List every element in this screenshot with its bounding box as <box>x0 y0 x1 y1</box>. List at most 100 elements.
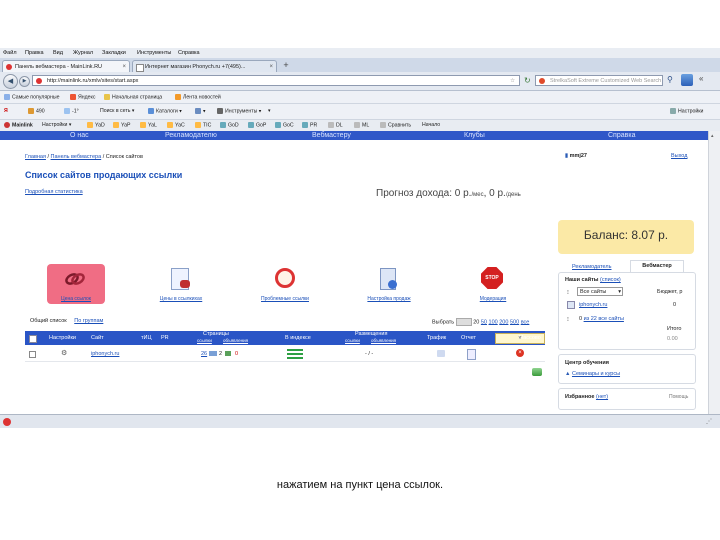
nav-about[interactable]: О нас <box>70 131 89 140</box>
menu-help[interactable]: Справка <box>178 50 200 56</box>
pager-50[interactable]: 50 <box>481 319 487 325</box>
menu-history[interactable]: Журнал <box>73 50 93 56</box>
sites-edit-link[interactable]: (список) <box>600 277 621 283</box>
home-icon[interactable] <box>681 74 693 86</box>
param-pr[interactable]: PR <box>302 122 317 128</box>
sites-select[interactable]: Все сайты ▾ <box>577 287 623 296</box>
weather-widget[interactable]: -1° <box>64 108 79 114</box>
new-tab-button[interactable]: + <box>280 60 292 71</box>
favorites-help[interactable]: Помощь <box>669 394 688 400</box>
link-price-item[interactable]: Цена ссылок <box>47 264 105 304</box>
star-icon[interactable]: ☆ <box>510 76 515 85</box>
moderation-item[interactable]: STOP Модерация <box>464 266 522 318</box>
param-yac[interactable]: YaC <box>167 122 185 128</box>
logout-link[interactable]: Выход <box>671 153 687 159</box>
tab-phonych[interactable]: Интернет магазин Phonych.ru +7(495)... × <box>132 60 277 72</box>
prices-item[interactable]: Цены в ссылкихах <box>152 266 210 318</box>
select-all-checkbox[interactable] <box>29 335 37 343</box>
pager-100[interactable]: 100 <box>489 319 498 325</box>
search-icon[interactable]: ⚲ <box>667 75 673 84</box>
param-goc[interactable]: GoC <box>275 122 294 128</box>
tab-advertiser[interactable]: Рекламодатель <box>572 264 612 270</box>
toolbar-catalog[interactable]: Каталоги ▾ <box>148 108 182 114</box>
traffic-icon[interactable] <box>437 350 445 357</box>
problem-links-item[interactable]: Проблемные ссылки <box>256 266 314 318</box>
col-site[interactable]: Сайт <box>91 335 104 341</box>
toolbar-arrow[interactable]: ▾ <box>268 108 271 114</box>
breadcrumb-home[interactable]: Главная <box>25 154 46 160</box>
nav-help[interactable]: Справка <box>608 131 635 140</box>
mail-counter[interactable]: 490 <box>28 108 45 114</box>
nav-clubs[interactable]: Клубы <box>464 131 485 140</box>
reload-icon[interactable]: ↻ <box>524 75 532 86</box>
user-name[interactable]: mmj27 <box>570 153 587 159</box>
bookmark-popular[interactable]: Самые популярные <box>4 94 60 100</box>
param-god[interactable]: GoD <box>220 122 239 128</box>
mainlink-settings[interactable]: Настройки ▾ <box>42 122 71 128</box>
toolbar-tools[interactable]: Инструменты ▾ <box>217 108 261 114</box>
param-yal[interactable]: YaL <box>140 122 157 128</box>
toolbar-grid[interactable]: ▾ <box>195 108 206 114</box>
col-pages-links[interactable]: ссылки <box>197 338 212 343</box>
site-link[interactable]: iphonych.ru <box>91 351 119 357</box>
addon-icon[interactable] <box>3 418 11 426</box>
address-bar[interactable]: http://mainlink.ru/xmlv/sites/start.aspx… <box>32 75 520 86</box>
menu-view[interactable]: Вид <box>53 50 63 56</box>
bookmark-news[interactable]: Лента новостей <box>175 94 221 100</box>
stats-link[interactable]: Подробная статистика <box>25 189 83 195</box>
mainlink-brand[interactable]: Mainlink <box>4 122 33 128</box>
start-button[interactable]: Начало <box>422 122 440 128</box>
sales-settings-item[interactable]: Настройка продаж <box>360 266 418 318</box>
menu-file[interactable]: Файл <box>3 50 17 56</box>
sidebar-site-link[interactable]: iphonych.ru <box>579 302 607 308</box>
report-icon[interactable] <box>467 349 476 360</box>
menu-bookmarks[interactable]: Закладки <box>102 50 126 56</box>
menu-tools[interactable]: Инструменты <box>137 50 171 56</box>
vertical-scrollbar[interactable]: ▴ <box>708 131 720 414</box>
wrench-icon[interactable]: ⚙ <box>61 349 67 357</box>
filter-all[interactable]: Общий список <box>30 318 67 324</box>
col-placed-links[interactable]: ссылки <box>345 338 360 343</box>
menu-edit[interactable]: Правка <box>25 50 44 56</box>
param-dl[interactable]: DL <box>328 122 343 128</box>
close-icon[interactable]: × <box>122 61 126 72</box>
scroll-up-icon[interactable]: ▴ <box>711 133 718 139</box>
delete-icon[interactable]: × <box>516 349 524 357</box>
yandex-logo[interactable]: Я <box>4 108 8 114</box>
pager-200[interactable]: 200 <box>499 319 508 325</box>
nav-advertiser[interactable]: Рекламодателю <box>165 131 217 140</box>
select-arrows[interactable] <box>455 318 472 326</box>
pages-count[interactable]: 26 <box>201 351 207 357</box>
fav-edit-link[interactable]: (нет) <box>596 394 608 400</box>
col-pages-ads[interactable]: объявления <box>223 338 248 343</box>
all-sites-link[interactable]: из 22 все сайты <box>584 316 624 322</box>
compare-button[interactable]: Сравнить <box>380 122 411 128</box>
col-pr[interactable]: PR <box>161 335 169 341</box>
seminars-link[interactable]: Семинары и курсы <box>572 371 620 377</box>
bookmark-yandex[interactable]: Яндекс <box>70 94 95 100</box>
back-button[interactable]: ◀ <box>3 74 18 89</box>
breadcrumb-panel[interactable]: Панель вебмастера <box>51 154 102 160</box>
filter-groups[interactable]: По группам <box>74 318 103 324</box>
bookmark-start[interactable]: Начальная страница <box>104 94 162 100</box>
resize-grip-icon[interactable]: ⋰ <box>706 418 712 425</box>
col-placed-ads[interactable]: объявления <box>371 338 396 343</box>
pager-all[interactable]: все <box>521 319 530 325</box>
param-ml[interactable]: ML <box>354 122 369 128</box>
add-site-icon[interactable] <box>532 368 542 376</box>
col-yandex[interactable]: В индексе <box>285 335 311 341</box>
search-box[interactable]: StrelkaSoft Extreme Customized Web Searc… <box>535 75 663 86</box>
page-menu-icon[interactable]: « <box>699 74 703 83</box>
col-tic[interactable]: тИЦ <box>141 335 152 341</box>
param-tic[interactable]: TIC <box>195 122 211 128</box>
row-checkbox[interactable] <box>29 351 36 358</box>
toolbar-search[interactable]: Поиск в сеть ▾ <box>100 108 134 114</box>
pager-500[interactable]: 500 <box>510 319 519 325</box>
tab-mainlink[interactable]: Панель вебмастера - MainLink.RU × <box>2 60 130 72</box>
bulk-action-select[interactable]: Массово ▾ <box>495 333 545 344</box>
param-gop[interactable]: GoP <box>248 122 266 128</box>
toolbar-settings[interactable]: Настройки <box>670 108 703 114</box>
forward-button[interactable]: ▶ <box>19 76 30 87</box>
param-yap[interactable]: YaP <box>113 122 130 128</box>
param-yad[interactable]: YaD <box>87 122 105 128</box>
